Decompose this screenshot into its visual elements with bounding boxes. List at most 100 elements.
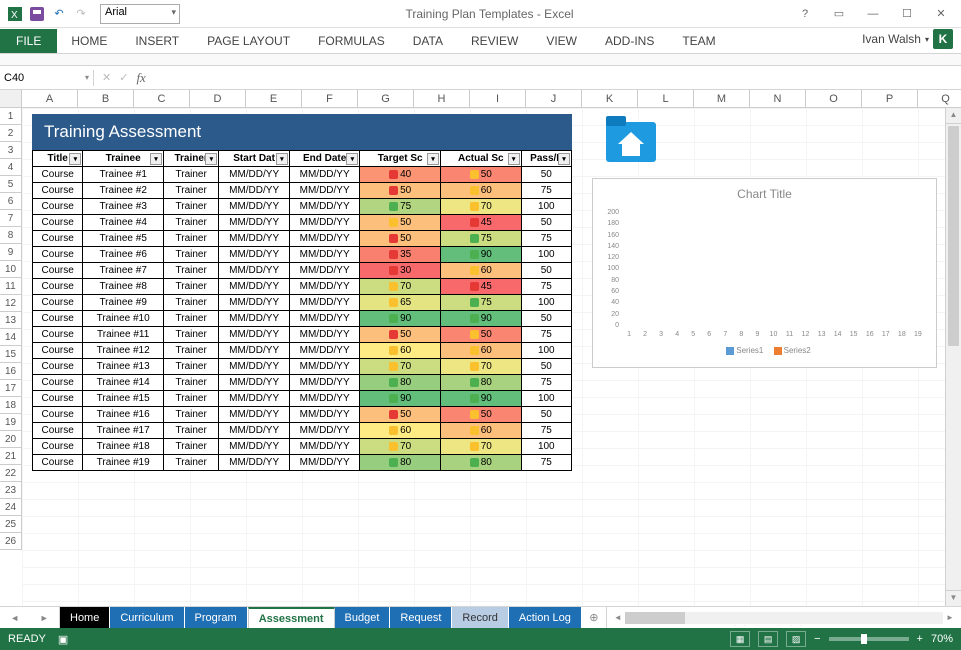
hscroll-right-icon[interactable]: ► [943, 613, 957, 622]
save-icon[interactable] [28, 5, 46, 23]
row-header[interactable]: 23 [0, 482, 22, 499]
target-score-cell[interactable]: 70 [360, 279, 441, 295]
cell[interactable]: Course [33, 183, 83, 199]
pass-cell[interactable]: 100 [521, 343, 571, 359]
cell[interactable]: Trainee #17 [83, 423, 164, 439]
col-header[interactable]: F [302, 90, 358, 108]
table-row[interactable]: CourseTrainee #6TrainerMM/DD/YYMM/DD/YY3… [33, 247, 572, 263]
zoom-in-icon[interactable]: + [917, 633, 923, 645]
col-header[interactable]: O [806, 90, 862, 108]
cell[interactable]: Course [33, 279, 83, 295]
excel-icon[interactable]: X [6, 5, 24, 23]
sheet-tab-budget[interactable]: Budget [335, 607, 391, 628]
pass-cell[interactable]: 50 [521, 407, 571, 423]
col-header[interactable]: B [78, 90, 134, 108]
target-score-cell[interactable]: 50 [360, 215, 441, 231]
cell[interactable]: Trainee #1 [83, 167, 164, 183]
cell[interactable]: MM/DD/YY [289, 407, 360, 423]
ribbon-tab-formulas[interactable]: FORMULAS [304, 29, 399, 53]
cell[interactable]: MM/DD/YY [289, 359, 360, 375]
cell[interactable]: MM/DD/YY [289, 215, 360, 231]
filter-dropdown-icon[interactable]: ▾ [558, 153, 570, 165]
actual-score-cell[interactable]: 70 [440, 199, 521, 215]
target-score-cell[interactable]: 70 [360, 439, 441, 455]
actual-score-cell[interactable]: 60 [440, 343, 521, 359]
close-icon[interactable]: ✕ [929, 5, 953, 23]
row-header[interactable]: 25 [0, 516, 22, 533]
cell[interactable]: MM/DD/YY [219, 311, 290, 327]
row-header[interactable]: 22 [0, 465, 22, 482]
cell[interactable]: Trainee #16 [83, 407, 164, 423]
table-row[interactable]: CourseTrainee #16TrainerMM/DD/YYMM/DD/YY… [33, 407, 572, 423]
cell[interactable]: MM/DD/YY [219, 215, 290, 231]
col-header[interactable]: D [190, 90, 246, 108]
page-break-view-icon[interactable]: ▨ [786, 631, 806, 647]
sheet-tab-assessment[interactable]: Assessment [248, 607, 335, 628]
cell[interactable]: MM/DD/YY [219, 391, 290, 407]
cell[interactable]: MM/DD/YY [219, 423, 290, 439]
cell[interactable]: MM/DD/YY [289, 247, 360, 263]
filter-dropdown-icon[interactable]: ▾ [150, 153, 162, 165]
cell[interactable]: Course [33, 391, 83, 407]
actual-score-cell[interactable]: 50 [440, 167, 521, 183]
actual-score-cell[interactable]: 60 [440, 183, 521, 199]
target-score-cell[interactable]: 30 [360, 263, 441, 279]
cell[interactable]: MM/DD/YY [289, 327, 360, 343]
target-score-cell[interactable]: 70 [360, 359, 441, 375]
table-row[interactable]: CourseTrainee #11TrainerMM/DD/YYMM/DD/YY… [33, 327, 572, 343]
cell[interactable]: Trainer [163, 343, 218, 359]
actual-score-cell[interactable]: 80 [440, 455, 521, 471]
row-header[interactable]: 16 [0, 363, 22, 380]
cell[interactable]: Trainee #18 [83, 439, 164, 455]
target-score-cell[interactable]: 65 [360, 295, 441, 311]
actual-score-cell[interactable]: 60 [440, 263, 521, 279]
cell[interactable]: MM/DD/YY [289, 231, 360, 247]
cell[interactable]: MM/DD/YY [289, 423, 360, 439]
row-header[interactable]: 11 [0, 278, 22, 295]
pass-cell[interactable]: 50 [521, 311, 571, 327]
cell[interactable]: Trainer [163, 455, 218, 471]
pass-cell[interactable]: 75 [521, 279, 571, 295]
help-icon[interactable]: ? [793, 5, 817, 23]
ribbon-display-icon[interactable]: ▭ [827, 5, 851, 23]
table-header[interactable]: Trainer▾ [163, 151, 218, 167]
actual-score-cell[interactable]: 75 [440, 295, 521, 311]
pass-cell[interactable]: 50 [521, 167, 571, 183]
cell[interactable]: Trainer [163, 247, 218, 263]
add-sheet-button[interactable]: ⊕ [582, 607, 606, 628]
cell[interactable]: MM/DD/YY [289, 183, 360, 199]
cell[interactable]: MM/DD/YY [219, 439, 290, 455]
ribbon-tab-add-ins[interactable]: ADD-INS [591, 29, 668, 53]
filter-dropdown-icon[interactable]: ▾ [69, 153, 81, 165]
table-row[interactable]: CourseTrainee #12TrainerMM/DD/YYMM/DD/YY… [33, 343, 572, 359]
table-header[interactable]: End Date▾ [289, 151, 360, 167]
actual-score-cell[interactable]: 75 [440, 231, 521, 247]
minimize-icon[interactable]: — [861, 5, 885, 23]
cell[interactable]: MM/DD/YY [289, 375, 360, 391]
pass-cell[interactable]: 100 [521, 295, 571, 311]
sheet-tab-curriculum[interactable]: Curriculum [110, 607, 184, 628]
row-header[interactable]: 10 [0, 261, 22, 278]
cell[interactable]: Course [33, 455, 83, 471]
col-header[interactable]: G [358, 90, 414, 108]
col-header[interactable]: J [526, 90, 582, 108]
table-header[interactable]: Pass/F▾ [521, 151, 571, 167]
sheet-tab-record[interactable]: Record [452, 607, 508, 628]
cell[interactable]: Course [33, 263, 83, 279]
table-row[interactable]: CourseTrainee #9TrainerMM/DD/YYMM/DD/YY6… [33, 295, 572, 311]
cell[interactable]: MM/DD/YY [219, 183, 290, 199]
cell[interactable]: Trainee #12 [83, 343, 164, 359]
cell[interactable]: Course [33, 439, 83, 455]
zoom-slider[interactable] [829, 637, 909, 641]
cell[interactable]: MM/DD/YY [219, 167, 290, 183]
pass-cell[interactable]: 75 [521, 375, 571, 391]
formula-input[interactable] [154, 68, 961, 87]
table-row[interactable]: CourseTrainee #14TrainerMM/DD/YYMM/DD/YY… [33, 375, 572, 391]
chart[interactable]: Chart Title 200180160140120100806040200 … [592, 178, 937, 368]
accept-formula-icon[interactable]: ✓ [119, 71, 128, 84]
cell[interactable]: Course [33, 247, 83, 263]
cell[interactable]: Course [33, 327, 83, 343]
col-header[interactable]: Q [918, 90, 961, 108]
table-header[interactable]: Trainee▾ [83, 151, 164, 167]
table-header[interactable]: Target Sc▾ [360, 151, 441, 167]
